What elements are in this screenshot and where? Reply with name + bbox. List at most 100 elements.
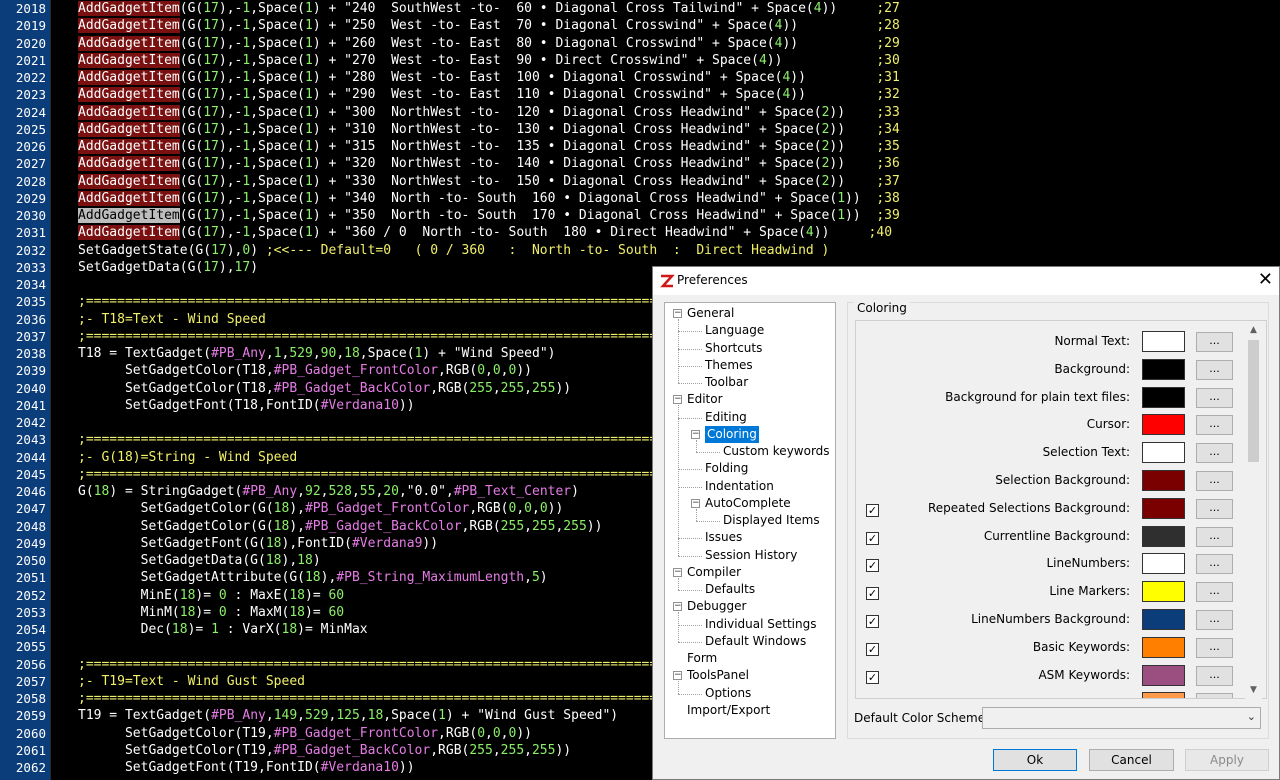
code-line[interactable]: AddGadgetItem(G(17),-1,Space(1) + "280 W… xyxy=(78,69,900,86)
code-line[interactable]: ;- T19=Text - Wind Gust Speed xyxy=(78,673,305,690)
code-line[interactable]: Dec(18)= 1 : VarX(18)= MinMax xyxy=(78,621,368,638)
choose-color-button[interactable]: ... xyxy=(1196,359,1233,380)
color-swatch[interactable] xyxy=(1142,609,1185,630)
code-line[interactable]: SetGadgetColor(T18,#PB_Gadget_BackColor,… xyxy=(78,380,571,397)
scroll-up-icon[interactable]: ▲ xyxy=(1245,322,1262,339)
code-line[interactable]: G(18) = StringGadget(#PB_Any,92,528,55,2… xyxy=(78,483,579,500)
color-swatch[interactable] xyxy=(1142,414,1185,436)
code-line[interactable]: AddGadgetItem(G(17),-1,Space(1) + "315 N… xyxy=(78,138,900,155)
color-swatch[interactable] xyxy=(1142,497,1185,519)
code-line[interactable]: AddGadgetItem(G(17),-1,Space(1) + "290 W… xyxy=(78,86,900,103)
tree-item[interactable]: AutoComplete xyxy=(705,495,791,512)
tree-item[interactable]: Displayed Items xyxy=(723,512,820,529)
ok-button[interactable]: Ok xyxy=(993,749,1077,771)
code-line[interactable]: AddGadgetItem(G(17),-1,Space(1) + "300 N… xyxy=(78,104,900,121)
choose-color-button[interactable]: ... xyxy=(1196,610,1233,630)
choose-color-button[interactable]: ... xyxy=(1196,443,1233,464)
enable-checkbox[interactable]: ✓ xyxy=(866,615,879,628)
choose-color-button[interactable]: ... xyxy=(1196,498,1233,519)
code-line[interactable]: ;=======================================… xyxy=(78,466,696,483)
code-line[interactable]: AddGadgetItem(G(17),-1,Space(1) + "350 N… xyxy=(78,207,900,224)
tree-item[interactable]: Issues xyxy=(705,529,742,546)
cancel-button[interactable]: Cancel xyxy=(1089,749,1174,771)
choose-color-button[interactable]: ... xyxy=(1196,471,1233,491)
enable-checkbox[interactable]: ✓ xyxy=(866,670,879,684)
tree-item[interactable]: Compiler xyxy=(687,564,741,581)
code-line[interactable]: SetGadgetColor(T18,#PB_Gadget_FrontColor… xyxy=(78,362,532,379)
code-line[interactable]: SetGadgetData(G(18),18) xyxy=(78,552,321,569)
color-swatch[interactable] xyxy=(1142,581,1185,603)
enable-checkbox[interactable]: ✓ xyxy=(866,698,879,699)
code-line[interactable]: SetGadgetColor(G(18),#PB_Gadget_FrontCol… xyxy=(78,500,564,517)
code-line[interactable]: AddGadgetItem(G(17),-1,Space(1) + "260 W… xyxy=(78,35,900,52)
tree-collapse-icon[interactable]: − xyxy=(691,498,700,508)
code-line[interactable]: SetGadgetAttribute(G(18),#PB_String_Maxi… xyxy=(78,569,548,586)
scrollbar-thumb[interactable] xyxy=(1248,340,1259,462)
tree-item[interactable]: Session History xyxy=(705,547,797,564)
code-line[interactable]: SetGadgetState(G(17),0) ;<<--- Default=0… xyxy=(78,242,829,259)
color-swatch[interactable] xyxy=(1142,525,1185,547)
code-line[interactable]: ;- G(18)=String - Wind Speed xyxy=(78,449,297,466)
color-swatch[interactable] xyxy=(1142,331,1185,352)
color-swatch[interactable] xyxy=(1142,664,1185,686)
code-line[interactable]: ;- T18=Text - Wind Speed xyxy=(78,311,266,328)
apply-button[interactable]: Apply xyxy=(1185,749,1269,771)
default-color-schemes-select[interactable]: ⌄ xyxy=(982,707,1261,729)
code-line[interactable]: AddGadgetItem(G(17),-1,Space(1) + "250 W… xyxy=(78,17,900,34)
tree-item[interactable]: Editor xyxy=(687,391,723,408)
tree-collapse-icon[interactable]: − xyxy=(691,429,700,439)
color-swatch[interactable] xyxy=(1142,692,1185,698)
close-icon[interactable]: ✕ xyxy=(1258,269,1273,291)
enable-checkbox[interactable]: ✓ xyxy=(866,531,879,545)
code-line[interactable]: MinE(18)= 0 : MaxE(18)= 60 xyxy=(78,587,345,604)
code-line[interactable]: AddGadgetItem(G(17),-1,Space(1) + "310 N… xyxy=(78,121,900,138)
tree-collapse-icon[interactable]: − xyxy=(673,671,682,681)
code-line[interactable]: AddGadgetItem(G(17),-1,Space(1) + "330 N… xyxy=(78,173,900,190)
dialog-title-bar[interactable]: Preferences ✕ xyxy=(653,267,1279,295)
tree-item[interactable]: Defaults xyxy=(705,581,755,598)
color-swatch[interactable] xyxy=(1142,636,1185,658)
tree-item[interactable]: Folding xyxy=(705,460,748,477)
color-list-scrollbar[interactable]: ▲ ▼ xyxy=(1245,322,1262,699)
tree-item[interactable]: Custom keywords xyxy=(723,443,830,460)
code-line[interactable]: ;=======================================… xyxy=(78,293,696,310)
enable-checkbox[interactable]: ✓ xyxy=(866,503,879,517)
tree-item[interactable]: Form xyxy=(687,650,717,667)
preferences-tree[interactable]: − General Language Shortcuts Themes Toolbar − E… xyxy=(664,302,836,739)
code-line[interactable]: SetGadgetFont(G(18),FontID(#Verdana9)) xyxy=(78,535,438,552)
color-swatch[interactable] xyxy=(1142,470,1185,491)
tree-item[interactable]: Debugger xyxy=(687,598,746,615)
color-swatch[interactable] xyxy=(1142,358,1185,380)
code-line[interactable]: SetGadgetFont(T18,FontID(#Verdana10)) xyxy=(78,397,415,414)
code-line[interactable]: ;=======================================… xyxy=(78,328,696,345)
enable-checkbox[interactable]: ✓ xyxy=(866,587,879,601)
code-line[interactable]: AddGadgetItem(G(17),-1,Space(1) + "320 N… xyxy=(78,155,900,172)
code-line[interactable]: AddGadgetItem(G(17),-1,Space(1) + "240 S… xyxy=(78,0,900,17)
tree-collapse-icon[interactable]: − xyxy=(673,395,682,405)
choose-color-button[interactable]: ... xyxy=(1196,415,1233,436)
tree-item[interactable]: Shortcuts xyxy=(705,340,762,357)
choose-color-button[interactable]: ... xyxy=(1196,387,1233,408)
choose-color-button[interactable]: ... xyxy=(1196,693,1233,698)
color-swatch[interactable] xyxy=(1142,386,1185,408)
scroll-down-icon[interactable]: ▼ xyxy=(1245,682,1262,699)
code-line[interactable]: SetGadgetColor(G(18),#PB_Gadget_BackColo… xyxy=(78,518,603,535)
color-swatch[interactable] xyxy=(1142,553,1185,575)
choose-color-button[interactable]: ... xyxy=(1196,637,1233,658)
code-line[interactable]: AddGadgetItem(G(17),-1,Space(1) + "340 N… xyxy=(78,190,900,207)
tree-item[interactable]: Import/Export xyxy=(687,702,770,719)
choose-color-button[interactable]: ... xyxy=(1196,582,1233,603)
color-settings-list[interactable]: Normal Text:... Background:... Background … xyxy=(855,320,1267,699)
code-line[interactable]: T18 = TextGadget(#PB_Any,1,529,90,18,Spa… xyxy=(78,345,555,362)
code-line[interactable]: SetGadgetData(G(17),17) xyxy=(78,259,258,276)
enable-checkbox[interactable]: ✓ xyxy=(866,642,879,656)
code-line[interactable]: SetGadgetFont(T19,FontID(#Verdana10)) xyxy=(78,759,415,776)
tree-item[interactable]: ToolsPanel xyxy=(687,667,749,684)
tree-item[interactable]: Indentation xyxy=(705,478,774,495)
tree-item[interactable]: Editing xyxy=(705,409,747,426)
tree-item[interactable]: General xyxy=(687,305,734,322)
tree-item[interactable]: Default Windows xyxy=(705,633,806,650)
tree-item[interactable]: Options xyxy=(705,685,751,702)
choose-color-button[interactable]: ... xyxy=(1196,526,1233,547)
tree-collapse-icon[interactable]: − xyxy=(673,567,682,577)
